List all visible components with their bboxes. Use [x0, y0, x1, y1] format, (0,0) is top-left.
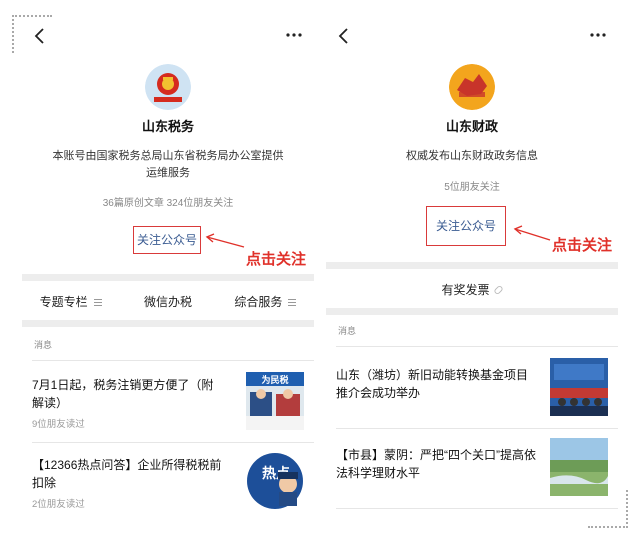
account-description: 本账号由国家税务总局山东省税务局办公室提供运维服务 — [52, 150, 284, 179]
menu-label: 综合服务 — [234, 294, 283, 309]
divider — [336, 428, 618, 429]
tax-emblem-logo — [145, 64, 191, 110]
article-read-count: 9位朋友读过 — [32, 419, 85, 430]
article-thumbnail — [550, 438, 608, 496]
left-profile-panel: 山东税务 本账号由国家税务总局山东省税务局办公室提供运维服务 36篇原创文章 3… — [22, 18, 314, 518]
menu-label: 专题专栏 — [39, 294, 88, 309]
follow-button[interactable]: 关注公众号 — [133, 226, 201, 254]
finance-logo — [449, 64, 495, 110]
menu-label: 微信办税 — [143, 294, 192, 309]
messages-label: 消息 — [34, 340, 53, 350]
more-dots-icon[interactable] — [284, 30, 304, 40]
menu-lines-icon — [288, 298, 297, 306]
section-divider — [22, 320, 314, 327]
divider — [32, 442, 314, 443]
comparison-screenshot: 山东税务 本账号由国家税务总局山东省税务局办公室提供运维服务 36篇原创文章 3… — [0, 0, 640, 545]
thumbnail-banner-text: 为民税 — [261, 374, 288, 386]
menu-label: 有奖发票 — [441, 282, 490, 297]
more-dots-icon[interactable] — [588, 30, 608, 40]
menu-item-topics[interactable]: 专题专栏 — [22, 293, 119, 310]
menu-item-services[interactable]: 综合服务 — [217, 293, 314, 310]
top-bar — [326, 18, 618, 54]
bottom-menu: 有奖发票 — [326, 272, 618, 306]
back-arrow-icon[interactable] — [334, 26, 354, 46]
article-thumbnail: 热点 — [247, 453, 303, 509]
divider — [336, 508, 618, 509]
menu-item-invoice-lottery[interactable]: 有奖发票 — [326, 281, 618, 298]
bottom-menu: 专题专栏 微信办税 综合服务 — [22, 284, 314, 318]
follow-button[interactable]: 关注公众号 — [426, 206, 506, 246]
article-item[interactable]: 【市县】蒙阴：严把“四个关口”提高依法科学理财水平 — [336, 432, 618, 502]
section-divider — [22, 274, 314, 281]
article-item[interactable]: 山东（潍坊）新旧动能转换基金项目推介会成功举办 — [336, 352, 618, 422]
back-arrow-icon[interactable] — [30, 26, 50, 46]
divider — [336, 346, 618, 347]
divider — [32, 360, 314, 361]
menu-item-wechat-tax[interactable]: 微信办税 — [119, 293, 216, 310]
article-thumbnail — [550, 358, 608, 416]
account-description: 权威发布山东财政政务信息 — [406, 150, 538, 162]
account-name: 山东税务 — [141, 119, 194, 134]
article-thumbnail: 为民税 — [246, 372, 304, 430]
account-name: 山东财政 — [445, 119, 498, 134]
article-title: 【12366热点问答】企业所得税税前扣除 — [32, 458, 222, 490]
annotation-text: 点击关注 — [246, 251, 307, 268]
account-stats: 5位朋友关注 — [444, 182, 500, 193]
section-divider — [326, 308, 618, 315]
account-stats: 36篇原创文章 324位朋友关注 — [102, 198, 234, 209]
link-icon — [492, 285, 504, 296]
article-title: 7月1日起，税务注销更方便了（附解读） — [32, 378, 214, 410]
top-bar — [22, 18, 314, 54]
annotation-arrow-icon — [513, 225, 551, 241]
article-title: 山东（潍坊）新旧动能转换基金项目推介会成功举办 — [336, 368, 529, 400]
right-profile-panel: 山东财政 权威发布山东财政政务信息 5位朋友关注 关注公众号 点击关注 有奖发票… — [326, 18, 618, 518]
annotation-arrow-icon — [205, 233, 245, 248]
article-title: 【市县】蒙阴：严把“四个关口”提高依法科学理财水平 — [336, 448, 536, 480]
annotation-text: 点击关注 — [552, 237, 613, 254]
article-item[interactable]: 【12366热点问答】企业所得税税前扣除 2位朋友读过 热点 — [32, 446, 314, 516]
article-item[interactable]: 7月1日起，税务注销更方便了（附解读） 9位朋友读过 为民税 — [32, 368, 314, 438]
menu-lines-icon — [93, 298, 102, 306]
section-divider — [326, 262, 618, 269]
messages-label: 消息 — [338, 326, 357, 336]
article-read-count: 2位朋友读过 — [32, 499, 85, 510]
